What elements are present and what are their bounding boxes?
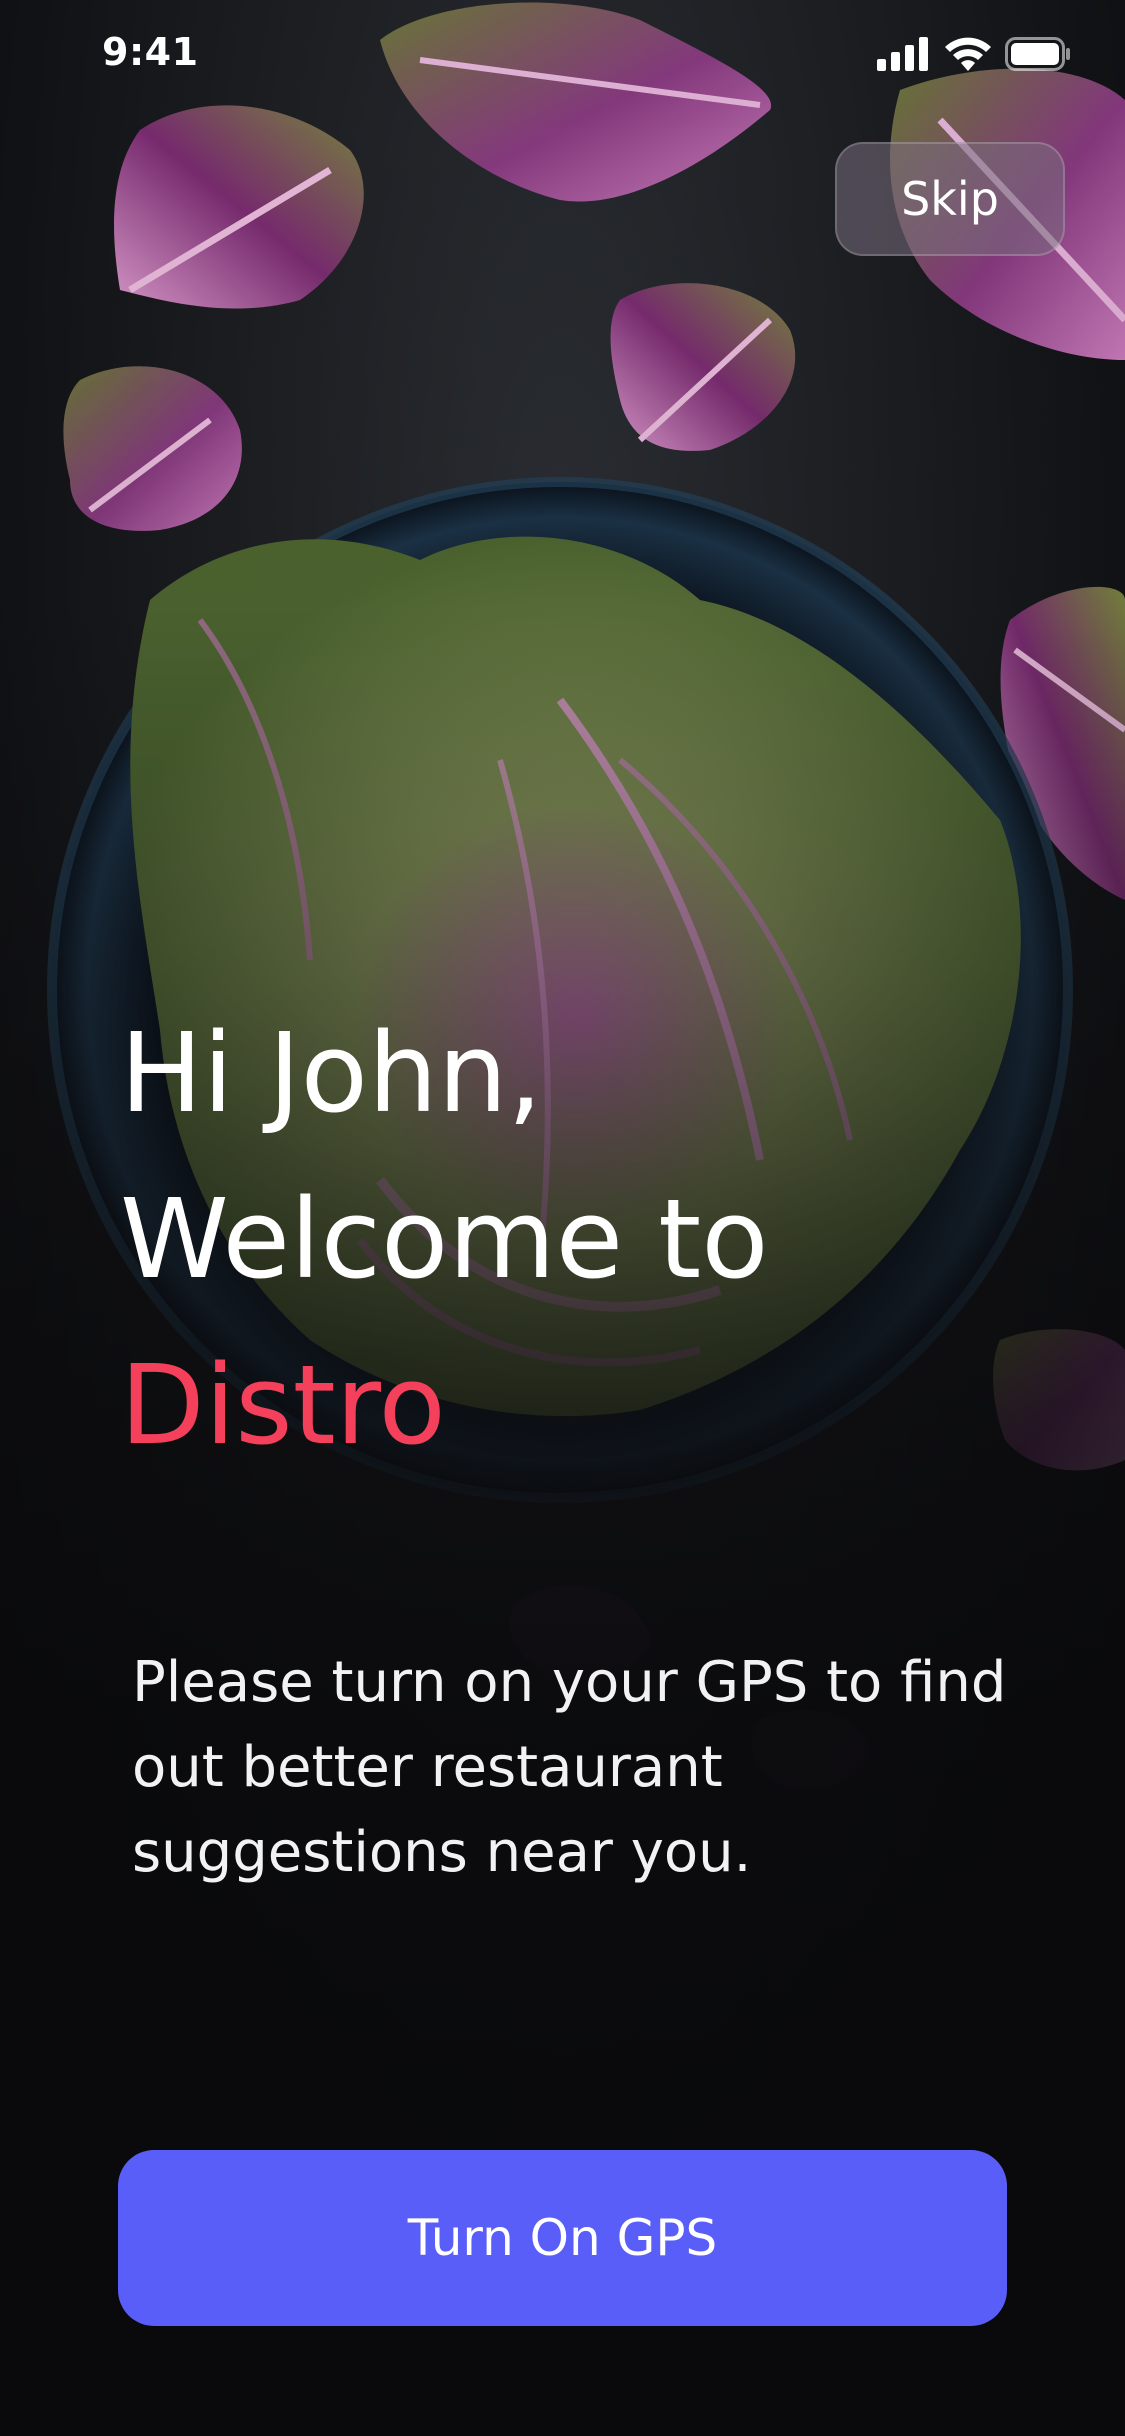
battery-icon — [1005, 37, 1070, 71]
wifi-icon — [945, 37, 991, 71]
turn-on-gps-button[interactable]: Turn On GPS — [118, 2150, 1007, 2326]
greeting-text: Hi John, — [120, 1009, 543, 1137]
status-bar: 9:41 — [0, 0, 1125, 110]
welcome-text: Welcome to — [120, 1175, 769, 1303]
welcome-headline: Hi John, Welcome to Distro — [120, 990, 1020, 1488]
brand-name: Distro — [120, 1341, 446, 1469]
signal-icon — [877, 37, 928, 71]
status-time: 9:41 — [102, 30, 199, 74]
status-icons — [877, 34, 1071, 74]
skip-button[interactable]: Skip — [835, 142, 1065, 256]
gps-description: Please turn on your GPS to find out bett… — [132, 1650, 1007, 1885]
welcome-screen: 9:41 Skip Hi John, Welcome to Distro Ple… — [0, 0, 1125, 2436]
